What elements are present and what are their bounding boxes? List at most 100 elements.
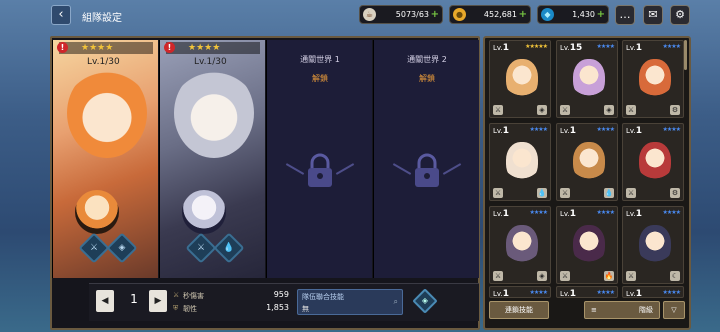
shield-icon: ⛨ [173, 304, 179, 312]
back-arrow-icon: ‹ [58, 7, 64, 22]
diamond-element-icon: ◈ [118, 243, 126, 253]
star-rating: ★★★★ [662, 126, 680, 133]
class-icon: ⚔ [493, 105, 503, 115]
roster-hero-tile[interactable]: Lv.1 ★★★★ ⚔ ☾ [622, 206, 684, 284]
locked-slot-4[interactable]: 通關世界 2 解鎖 [373, 40, 479, 278]
back-button[interactable]: ‹ [51, 5, 71, 25]
class-icon: ⚔ [493, 188, 503, 198]
star-rating: ★★★★ [166, 42, 260, 54]
gold-counter[interactable]: ● 452,681 + [449, 5, 531, 24]
diamond-skill-icon: ◈ [421, 296, 429, 305]
roster-hero-tile[interactable]: Lv.1 ★★★★ [556, 286, 618, 298]
element-icon: ⚙ [670, 105, 680, 115]
add-gold-icon[interactable]: + [519, 6, 527, 23]
roster-hero-tile[interactable]: Lv.15 ★★★★ ⚔ ◈ [556, 40, 618, 118]
chain-right [335, 163, 355, 175]
roster-hero-tile[interactable]: Lv.1 ★★★★ ⚔ ⚙ [622, 123, 684, 201]
team-bottom-bar: ◀ 1 ▶ ⚔ 秒傷害 959 ⛨ 韌性 1,853 隊伍聯合技能 無 ⌕ ◈ [89, 283, 479, 321]
hero-portrait [573, 59, 605, 99]
hero-level: Lv.1 [560, 209, 576, 219]
sort-rank-button[interactable]: ≡ 階級 [584, 301, 660, 319]
alert-icon: ! [57, 42, 68, 53]
team-skill-box[interactable]: 隊伍聯合技能 無 ⌕ [297, 289, 403, 315]
hero-level: Lv.1/30 [87, 57, 120, 67]
roster-hero-tile[interactable]: Lv.1 ★★★★★ ⚔ ◈ [489, 40, 551, 118]
add-stamina-icon[interactable]: + [431, 6, 439, 23]
unlock-label: 解鎖 [419, 74, 435, 83]
dps-label: 秒傷害 [183, 292, 204, 300]
star-rating: ★★★★ [662, 43, 680, 50]
roster-hero-tile[interactable]: Lv.1 ★★★★ [489, 286, 551, 298]
class-badge: ⚔ [185, 232, 217, 264]
star-rating: ★★★★ [59, 42, 153, 54]
water-drop-icon: 💧 [223, 243, 235, 253]
hero-level: Lv.15 [560, 43, 583, 53]
class-badge: ⚔ [78, 232, 110, 264]
hero-portrait [639, 142, 671, 182]
roster-hero-tile[interactable]: Lv.1 ★★★★ [622, 286, 684, 298]
chat-button[interactable]: … [615, 5, 635, 25]
star-rating: ★★★★ [596, 126, 614, 133]
hero-level: Lv.1 [626, 126, 642, 136]
hero-portrait [506, 225, 538, 265]
hero-level: Lv.1 [626, 43, 642, 53]
hero-level: Lv.1 [493, 126, 509, 136]
link-skill-button[interactable]: 連鎖技能 [489, 301, 549, 319]
hero-level: Lv.1 [493, 43, 509, 53]
element-icon: 💧 [537, 188, 547, 198]
stamina-counter[interactable]: ☕ 5073/63 + [359, 5, 443, 24]
element-badge: 💧 [213, 232, 245, 264]
hero-level: Lv.1/30 [194, 57, 227, 67]
prev-team-button[interactable]: ◀ [96, 290, 114, 312]
chat-icon: … [619, 8, 631, 21]
class-icon: ⚔ [560, 271, 570, 281]
roster-hero-tile[interactable]: Lv.1 ★★★★ ⚔ 🔥 [556, 206, 618, 284]
hero-level: Lv.1 [560, 126, 576, 136]
page-title: 組隊設定 [82, 13, 122, 24]
mail-button[interactable]: ✉ [643, 5, 663, 25]
hero-portrait [174, 68, 254, 158]
team-skill-button[interactable]: ◈ [412, 288, 438, 314]
hero-level: Lv.1 [493, 289, 509, 298]
toughness-label: 韌性 [183, 305, 197, 313]
unlock-requirement: 通關世界 1 [300, 55, 340, 64]
chain-left [285, 163, 305, 175]
roster-hero-tile[interactable]: Lv.1 ★★★★ ⚔ 💧 [556, 123, 618, 201]
hero-slot-2[interactable]: ★★★★ ! Lv.1/30 ⚔ 💧 [159, 40, 265, 278]
element-icon: ⚙ [670, 188, 680, 198]
hero-portrait [573, 225, 605, 265]
top-bar: ‹ 組隊設定 ☕ 5073/63 + ● 452,681 + ◆ 1,430 +… [0, 0, 720, 30]
roster-hero-tile[interactable]: Lv.1 ★★★★ ⚔ ⚙ [622, 40, 684, 118]
roster-hero-tile[interactable]: Lv.1 ★★★★ ⚔ ◈ [489, 206, 551, 284]
sword-icon: ⚔ [173, 291, 180, 299]
star-rating: ★★★★ [596, 43, 614, 50]
star-rating: ★★★★ [529, 289, 547, 296]
hero-chibi [75, 190, 119, 234]
locked-slot-3[interactable]: 通關世界 1 解鎖 [266, 40, 372, 278]
next-team-button[interactable]: ▶ [149, 290, 167, 312]
hero-level: Lv.1 [560, 289, 576, 298]
unlock-label: 解鎖 [312, 74, 328, 83]
hero-slot-1[interactable]: ★★★★ ! Lv.1/30 ⚔ ◈ [52, 40, 158, 278]
star-rating: ★★★★ [596, 209, 614, 216]
padlock-icon [415, 153, 439, 187]
chain-left [392, 163, 412, 175]
search-icon: ⌕ [393, 297, 398, 306]
gem-counter[interactable]: ◆ 1,430 + [537, 5, 609, 24]
mail-icon: ✉ [648, 8, 658, 21]
team-skill-title: 隊伍聯合技能 [302, 293, 344, 301]
roster-scrollbar[interactable] [684, 40, 687, 70]
class-icon: ⚔ [626, 188, 636, 198]
settings-button[interactable]: ⚙ [670, 5, 690, 25]
star-rating: ★★★★ [662, 289, 680, 296]
hero-portrait [639, 225, 671, 265]
sort-order-button[interactable]: ▽ [663, 301, 685, 319]
roster-hero-tile[interactable]: Lv.1 ★★★★ ⚔ 💧 [489, 123, 551, 201]
coin-icon: ● [453, 8, 466, 21]
coffee-icon: ☕ [363, 8, 376, 21]
star-rating: ★★★★★ [525, 43, 548, 50]
hero-portrait [639, 59, 671, 99]
element-icon: ◈ [537, 271, 547, 281]
add-gems-icon[interactable]: + [597, 6, 605, 23]
star-rating: ★★★★ [662, 209, 680, 216]
